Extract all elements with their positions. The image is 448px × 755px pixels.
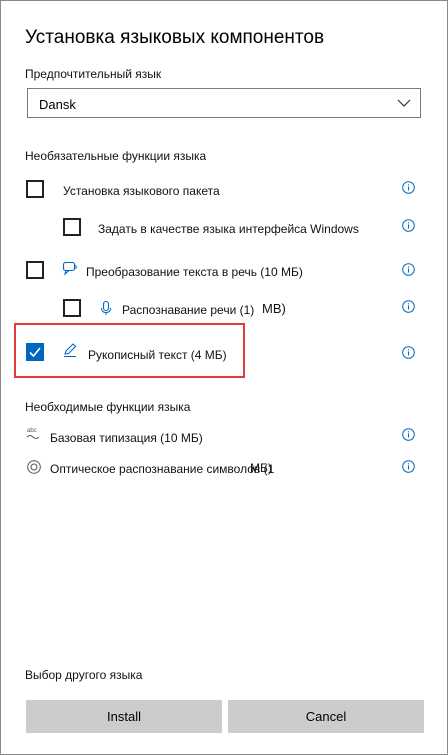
info-icon[interactable] — [402, 428, 415, 441]
optional-features-label: Необязательные функции языка — [25, 149, 207, 163]
ocr-size: МБ) — [250, 461, 272, 475]
speech-recognition-checkbox[interactable] — [63, 299, 81, 317]
info-icon[interactable] — [402, 346, 415, 359]
language-select[interactable]: Dansk — [27, 88, 421, 118]
basic-typing-label: Базовая типизация (10 МБ) — [50, 431, 203, 445]
install-button[interactable]: Install — [26, 700, 222, 733]
info-icon[interactable] — [402, 300, 415, 313]
language-pack-label: Установка языкового пакета — [63, 184, 220, 198]
chevron-down-icon — [397, 99, 411, 107]
abc-icon: abc — [26, 428, 40, 439]
preferred-language-label: Предпочтительный язык — [25, 67, 162, 81]
language-select-value: Dansk — [39, 97, 76, 112]
ocr-icon — [27, 460, 41, 474]
info-icon[interactable] — [402, 219, 415, 232]
ocr-label: Оптическое распознавание символов (1 — [50, 462, 275, 476]
checkmark-icon — [29, 347, 41, 358]
pen-icon — [64, 343, 77, 357]
text-to-speech-icon — [62, 261, 77, 276]
microphone-icon — [101, 300, 111, 315]
handwriting-checkbox[interactable] — [26, 343, 44, 361]
choose-other-language-label: Выбор другого языка — [25, 668, 143, 682]
install-language-dialog: Установка языковых компонентов Предпочти… — [0, 0, 448, 755]
speech-recognition-size: МВ) — [262, 301, 286, 316]
language-pack-checkbox[interactable] — [26, 180, 44, 198]
svg-text:abc: abc — [27, 428, 37, 434]
display-language-checkbox[interactable] — [63, 218, 81, 236]
cancel-button[interactable]: Cancel — [228, 700, 424, 733]
speech-recognition-label: Распознавание речи (1) — [122, 303, 255, 317]
display-language-label: Задать в качестве языка интерфейса Windo… — [98, 222, 359, 236]
text-to-speech-label: Преобразование текста в речь (10 МБ) — [86, 265, 303, 279]
info-icon[interactable] — [402, 263, 415, 276]
info-icon[interactable] — [402, 181, 415, 194]
info-icon[interactable] — [402, 460, 415, 473]
dialog-title: Установка языковых компонентов — [25, 27, 325, 48]
text-to-speech-checkbox[interactable] — [26, 261, 44, 279]
required-features-label: Необходимые функции языка — [25, 400, 191, 414]
handwriting-label: Рукописный текст (4 МБ) — [88, 348, 227, 362]
